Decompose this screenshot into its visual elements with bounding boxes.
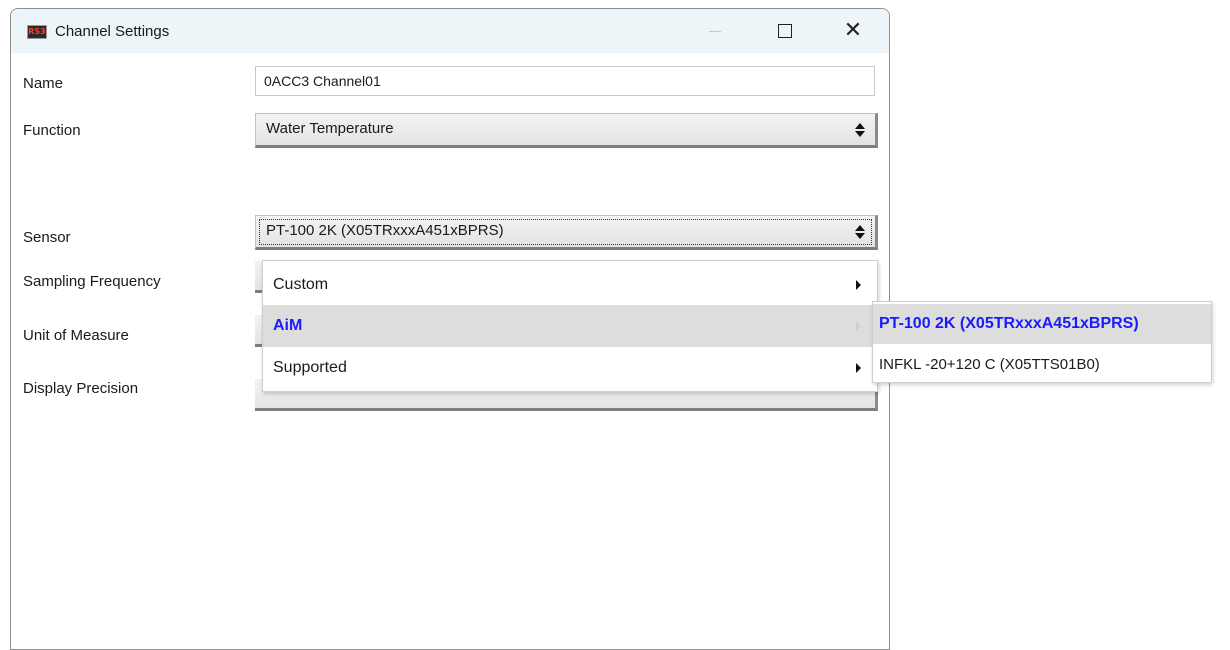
function-select[interactable]: Water Temperature — [255, 113, 878, 148]
minimize-icon — [709, 30, 721, 32]
title-bar[interactable]: RS3 Channel Settings ✕ — [11, 9, 889, 53]
name-label: Name — [23, 75, 64, 92]
menu-item-custom[interactable]: Custom — [263, 264, 877, 306]
sampling-frequency-label: Sampling Frequency — [23, 273, 161, 290]
close-button[interactable]: ✕ — [825, 9, 881, 53]
submenu-arrow-icon — [856, 363, 861, 373]
function-label: Function — [23, 122, 81, 139]
submenu-arrow-icon — [856, 280, 861, 290]
function-select-value: Water Temperature — [266, 120, 394, 137]
minimize-button[interactable] — [687, 9, 743, 53]
submenu-arrow-icon — [856, 321, 861, 331]
maximize-icon — [778, 24, 792, 38]
sensor-select[interactable]: PT-100 2K (X05TRxxxA451xBPRS) — [255, 215, 878, 250]
up-down-arrows-icon — [855, 122, 865, 138]
menu-item-aim[interactable]: AiM — [263, 305, 877, 347]
name-input[interactable]: 0ACC3 Channel01 — [255, 66, 875, 96]
sensor-label: Sensor — [23, 229, 71, 246]
maximize-button[interactable] — [757, 9, 813, 53]
display-precision-label: Display Precision — [23, 380, 139, 397]
menu-item-label: Custom — [273, 276, 329, 293]
aim-submenu: PT-100 2K (X05TRxxxA451xBPRS) INFKL -20+… — [872, 301, 1212, 383]
menu-item-label: Supported — [273, 359, 347, 376]
unit-of-measure-label: Unit of Measure — [23, 327, 129, 344]
sensor-dropdown-menu: Custom AiM Supported — [262, 260, 878, 392]
submenu-item-infkl[interactable]: INFKL -20+120 C (X05TTS01B0) — [873, 345, 1211, 385]
menu-item-label: AiM — [273, 317, 303, 334]
window-title: Channel Settings — [55, 23, 170, 40]
close-icon: ✕ — [843, 18, 863, 43]
up-down-arrows-icon — [855, 224, 865, 240]
submenu-item-pt100[interactable]: PT-100 2K (X05TRxxxA451xBPRS) — [873, 304, 1211, 344]
menu-item-supported[interactable]: Supported — [263, 347, 877, 389]
app-logo-icon: RS3 — [27, 25, 47, 39]
focus-ring — [259, 219, 872, 245]
